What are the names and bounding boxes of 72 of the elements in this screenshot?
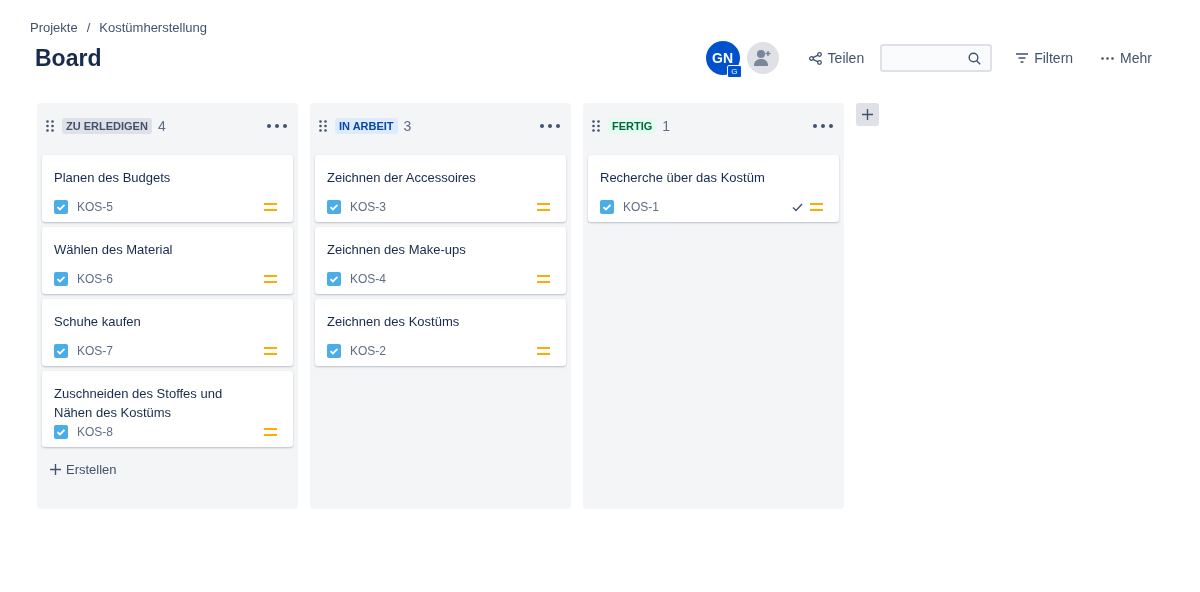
issue-card[interactable]: Recherche über das Kostüm KOS-1 <box>588 155 839 222</box>
person-add-icon <box>753 49 772 67</box>
card-title: Planen des Budgets <box>54 169 172 187</box>
issue-card[interactable]: Zuschneiden des Stoffes und Nähen des Kostüms KOS-8 <box>42 371 293 447</box>
search-icon <box>968 51 982 65</box>
user-avatar[interactable]: GN G <box>705 41 740 75</box>
task-icon <box>54 272 68 286</box>
issue-card[interactable]: Zeichnen des Kostüms KOS-2 <box>315 299 566 366</box>
priority-medium-icon <box>264 275 277 283</box>
card-title: Zeichnen des Make-ups <box>327 241 467 259</box>
status-lozenge: FERTIG <box>608 118 657 134</box>
issue-count: 1 <box>662 118 672 134</box>
search-field[interactable] <box>880 44 993 72</box>
filter-icon <box>1016 53 1029 63</box>
more-icon[interactable] <box>265 122 289 130</box>
task-icon <box>327 344 341 358</box>
issue-key[interactable]: KOS-5 <box>77 200 264 214</box>
card-title: Zeichnen des Kostüms <box>327 313 461 331</box>
add-people-button[interactable] <box>746 42 779 74</box>
page-title: Board <box>35 44 103 72</box>
share-button[interactable]: Teilen <box>800 46 873 70</box>
priority-medium-icon <box>264 347 277 355</box>
more-button[interactable]: Mehr <box>1093 46 1160 70</box>
priority-medium-icon <box>264 428 277 436</box>
issue-card[interactable]: Wählen des Material KOS-6 <box>42 227 293 294</box>
task-icon <box>54 344 68 358</box>
task-icon <box>54 425 68 439</box>
issue-key[interactable]: KOS-6 <box>77 272 264 286</box>
priority-medium-icon <box>537 347 550 355</box>
task-icon <box>327 200 341 214</box>
issue-card[interactable]: Schuhe kaufen KOS-7 <box>42 299 293 366</box>
priority-medium-icon <box>810 203 823 211</box>
issue-card[interactable]: Planen des Budgets KOS-5 <box>42 155 293 222</box>
more-icon <box>1101 56 1115 60</box>
breadcrumb-separator: / <box>86 20 91 35</box>
issue-count: 4 <box>157 118 167 134</box>
card-title: Wählen des Material <box>54 241 174 259</box>
breadcrumb-link[interactable]: Projekte <box>30 20 78 35</box>
add-column-button[interactable] <box>856 103 879 126</box>
issue-key[interactable]: KOS-8 <box>77 425 264 439</box>
issue-key[interactable]: KOS-3 <box>350 200 537 214</box>
more-icon[interactable] <box>538 122 562 130</box>
priority-medium-icon <box>537 275 550 283</box>
drag-handle-icon[interactable] <box>319 120 327 132</box>
task-icon <box>327 272 341 286</box>
share-icon <box>808 51 822 65</box>
issue-key[interactable]: KOS-4 <box>350 272 537 286</box>
issue-card[interactable]: Zeichnen des Make-ups KOS-4 <box>315 227 566 294</box>
avatar-badge: G <box>727 65 742 78</box>
filter-button[interactable]: Filtern <box>1008 46 1082 70</box>
create-button[interactable]: Erstellen <box>42 452 293 487</box>
more-icon[interactable] <box>811 122 835 130</box>
status-lozenge: ZU ERLEDIGEN <box>62 118 152 134</box>
plus-icon <box>50 464 61 475</box>
breadcrumb-link[interactable]: Kostümherstellung <box>99 20 207 35</box>
status-lozenge: IN ARBEIT <box>335 118 398 134</box>
card-title: Recherche über das Kostüm <box>600 169 766 187</box>
card-title: Schuhe kaufen <box>54 313 142 331</box>
issue-card[interactable]: Zeichnen der Accessoires KOS-3 <box>315 155 566 222</box>
task-icon <box>600 200 614 214</box>
issue-key[interactable]: KOS-2 <box>350 344 537 358</box>
issue-key[interactable]: KOS-7 <box>77 344 264 358</box>
drag-handle-icon[interactable] <box>46 120 54 132</box>
card-title: Zuschneiden des Stoffes und Nähen des Kostüms <box>54 385 224 422</box>
priority-medium-icon <box>264 203 277 211</box>
task-icon <box>54 200 68 214</box>
drag-handle-icon[interactable] <box>592 120 600 132</box>
plus-icon <box>862 109 873 120</box>
issue-key[interactable]: KOS-1 <box>623 200 792 214</box>
issue-count: 3 <box>403 118 413 134</box>
priority-medium-icon <box>537 203 550 211</box>
card-title: Zeichnen der Accessoires <box>327 169 477 187</box>
